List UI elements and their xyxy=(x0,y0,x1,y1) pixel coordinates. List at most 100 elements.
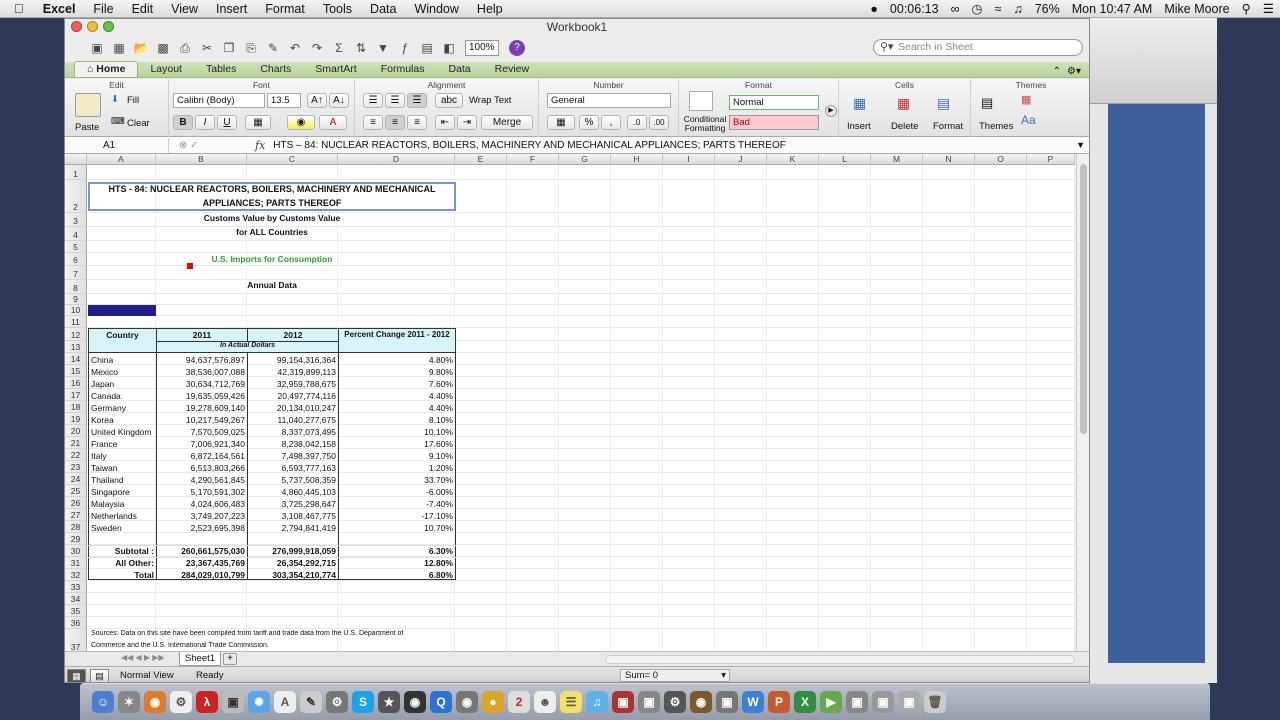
underline-button[interactable]: U xyxy=(217,115,237,130)
table-cell[interactable]: -17.10% xyxy=(339,511,455,521)
row-header-25[interactable]: 25 xyxy=(65,485,87,497)
skype-icon[interactable]: S xyxy=(352,691,374,713)
column-header-i[interactable]: I xyxy=(663,154,715,165)
row-header-10[interactable]: 10 xyxy=(65,305,87,316)
format-cells-icon[interactable]: ▤ xyxy=(937,95,950,112)
conditional-formatting-icon[interactable] xyxy=(689,91,713,111)
tab-charts[interactable]: Charts xyxy=(248,62,303,77)
documents-stack-icon[interactable]: ▣ xyxy=(898,691,920,713)
trash-icon[interactable]: 🗑 xyxy=(924,691,946,713)
table-cell[interactable]: 10.70% xyxy=(339,523,455,533)
font-color-icon[interactable]: A xyxy=(319,115,347,130)
row-header-21[interactable]: 21 xyxy=(65,437,87,449)
table-cell[interactable]: 23,367,435,769 xyxy=(157,558,247,568)
table-cell[interactable]: 7,498,397,750 xyxy=(248,451,338,461)
comma-style-icon[interactable]: , xyxy=(601,115,621,130)
redo-icon[interactable]: ↷ xyxy=(307,38,327,58)
insert-function-icon[interactable]: fx xyxy=(255,139,265,152)
borders-icon[interactable]: ▦ xyxy=(245,115,271,130)
row-header-24[interactable]: 24 xyxy=(65,473,87,485)
column-header-h[interactable]: H xyxy=(611,154,663,165)
column-header-j[interactable]: J xyxy=(715,154,767,165)
iphoto-icon[interactable]: ▣ xyxy=(638,691,660,713)
row-header-1[interactable]: 1 xyxy=(65,165,87,180)
time-machine-icon[interactable]: ◷ xyxy=(966,1,989,16)
column-header-n[interactable]: N xyxy=(923,154,975,165)
decrease-indent-icon[interactable]: ⇤ xyxy=(435,115,455,130)
table-cell[interactable]: 284,029,010,799 xyxy=(157,570,247,580)
table-cell[interactable]: 26,354,292,715 xyxy=(248,558,338,568)
table-cell[interactable]: France xyxy=(89,439,156,449)
row-header-28[interactable]: 28 xyxy=(65,521,87,533)
tab-home[interactable]: ⌂ Home xyxy=(74,61,139,77)
help-icon[interactable]: ? xyxy=(509,40,525,56)
table-cell[interactable]: 5,170,591,302 xyxy=(157,487,247,497)
print-icon[interactable]: ⎙ xyxy=(175,38,195,58)
confirm-entry-icon[interactable]: ✓ xyxy=(190,140,198,151)
subtitle-line-1[interactable]: Customs Value by Customs Value xyxy=(89,213,455,223)
tab-review[interactable]: Review xyxy=(483,62,541,77)
facetime-icon[interactable]: ▶ xyxy=(820,691,842,713)
table-cell[interactable]: 5,737,508,359 xyxy=(248,475,338,485)
table-cell[interactable]: 3,725,298,647 xyxy=(248,499,338,509)
table-cell[interactable]: 303,354,210,774 xyxy=(248,570,338,580)
table-cell[interactable]: 10.10% xyxy=(339,427,455,437)
menu-window[interactable]: Window xyxy=(405,2,467,16)
table-cell[interactable]: Italy xyxy=(89,451,156,461)
theme-fonts-icon[interactable]: Aa xyxy=(1021,113,1036,127)
row-header-16[interactable]: 16 xyxy=(65,377,87,389)
decrease-decimal-icon[interactable]: .00 xyxy=(649,115,669,130)
eraser-icon[interactable]: ⌨ xyxy=(111,116,125,127)
table-cell[interactable]: 6.30% xyxy=(339,546,455,556)
volume-icon[interactable]: ♫ xyxy=(1007,2,1028,16)
paste-icon[interactable]: ⎘ xyxy=(241,38,261,58)
insert-cells-icon[interactable]: ▦ xyxy=(853,95,866,112)
row-header-29[interactable]: 29 xyxy=(65,533,87,545)
normal-view-icon[interactable]: ▦ xyxy=(67,669,86,682)
acrobat-icon[interactable]: λ xyxy=(196,691,218,713)
table-cell[interactable]: 17.60% xyxy=(339,439,455,449)
table-cell[interactable]: 8,337,073,495 xyxy=(248,427,338,437)
table-cell[interactable]: 42,319,899,113 xyxy=(248,367,338,377)
menu-help[interactable]: Help xyxy=(468,2,512,16)
autosum-icon[interactable]: Σ xyxy=(329,38,349,58)
row-header-9[interactable]: 9 xyxy=(65,294,87,305)
table-cell[interactable]: 99,154,316,364 xyxy=(248,355,338,365)
orientation-button[interactable]: abc xyxy=(435,93,463,108)
table-cell[interactable]: 30,634,712,769 xyxy=(157,379,247,389)
utility-icon[interactable]: ⚙ xyxy=(664,691,686,713)
cancel-entry-icon[interactable]: ⊗ xyxy=(179,140,187,151)
sort-icon[interactable]: ⇅ xyxy=(351,38,371,58)
vertical-scrollbar[interactable] xyxy=(1076,154,1089,651)
table-cell[interactable]: 4,290,561,845 xyxy=(157,475,247,485)
tab-layout[interactable]: Layout xyxy=(138,62,194,77)
column-header-o[interactable]: O xyxy=(975,154,1027,165)
formula-builder-icon[interactable]: ƒ xyxy=(395,38,415,58)
table-cell[interactable]: 2,523,695,398 xyxy=(157,523,247,533)
clear-button[interactable]: Clear xyxy=(127,118,150,129)
imports-label[interactable]: U.S. Imports for Consumption xyxy=(89,254,455,264)
row-header-4[interactable]: 4 xyxy=(65,227,87,241)
spotlight-icon[interactable]: ⚲ xyxy=(1236,1,1257,16)
launchpad-icon[interactable]: ✶ xyxy=(118,691,140,713)
paste-clipboard-icon[interactable] xyxy=(75,93,101,117)
number-format-select[interactable]: General xyxy=(547,93,671,108)
page-layout-view-icon[interactable]: ▤ xyxy=(90,669,109,682)
apple-menu-icon[interactable]:  xyxy=(0,1,34,16)
sum-display[interactable]: Sum= 0 ▾ xyxy=(620,669,730,682)
menu-view[interactable]: View xyxy=(162,2,207,16)
align-right-icon[interactable]: ≡ xyxy=(407,115,427,130)
wrap-text-button[interactable]: Wrap Text xyxy=(469,95,511,106)
accounting-format-icon[interactable]: ▦ xyxy=(547,115,575,130)
format-button[interactable]: Format xyxy=(933,121,963,132)
finder-icon[interactable]: ☺ xyxy=(92,691,114,713)
imovie-icon[interactable]: ★ xyxy=(378,691,400,713)
menu-format[interactable]: Format xyxy=(256,2,314,16)
user-name[interactable]: Mike Moore xyxy=(1158,2,1235,16)
notes-icon[interactable]: ☰ xyxy=(560,691,582,713)
row-header-22[interactable]: 22 xyxy=(65,449,87,461)
bold-button[interactable]: B xyxy=(173,115,193,130)
table-cell[interactable]: Taiwan xyxy=(89,463,156,473)
table-cell[interactable]: 19,278,609,140 xyxy=(157,403,247,413)
book-icon[interactable]: ▣ xyxy=(612,691,634,713)
